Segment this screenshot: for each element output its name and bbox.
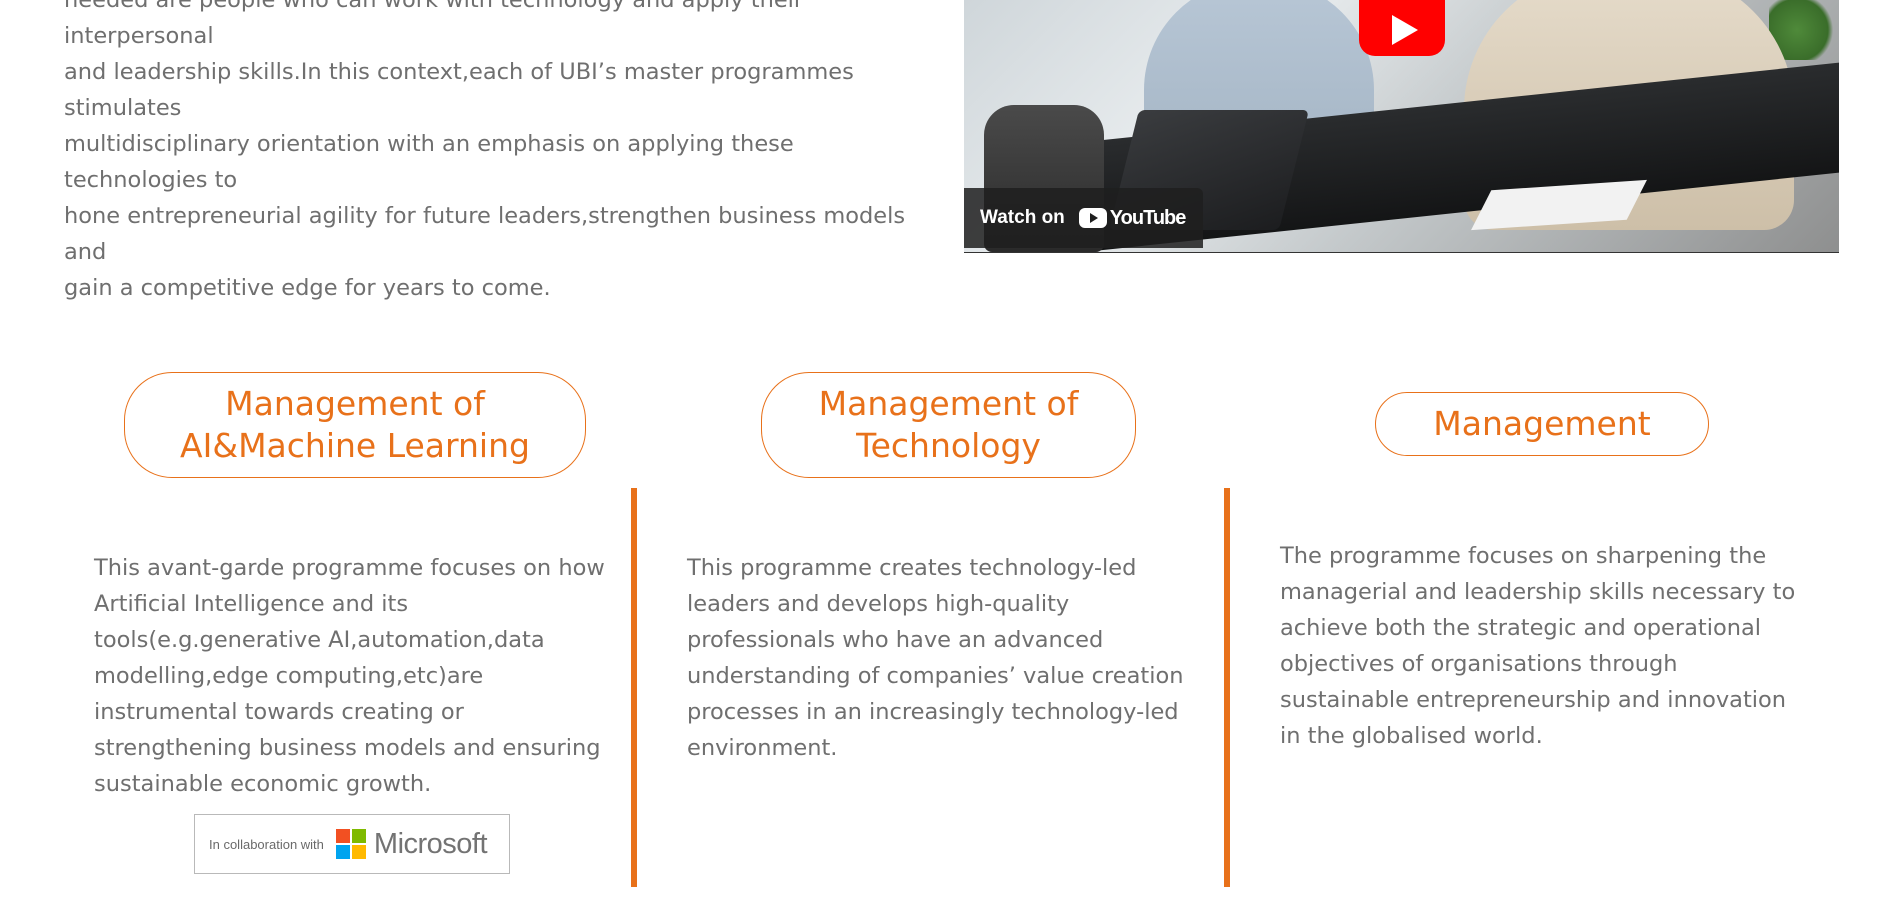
intro-line: needed are people who can work with tech…: [64, 0, 804, 49]
microsoft-wordmark: Microsoft: [373, 827, 488, 860]
watch-on-label: Watch on: [980, 207, 1065, 228]
programme-title-line: Technology: [856, 426, 1041, 465]
youtube-play-icon[interactable]: [1359, 0, 1445, 56]
collaboration-label: In collaboration with: [209, 836, 324, 852]
programme-title-line: Management: [1433, 404, 1651, 443]
microsoft-collaboration-badge: In collaboration with Microsoft: [194, 814, 510, 874]
column-divider: [1224, 488, 1230, 887]
video-embed[interactable]: Watch on YouTube: [964, 0, 1839, 253]
youtube-wordmark: YouTube: [1109, 206, 1187, 229]
programme-description-management: The programme focuses on sharpening the …: [1280, 543, 1796, 749]
intro-line: multidisciplinary orientation with an em…: [64, 131, 794, 193]
programme-description-technology: This programme creates technology-led le…: [687, 555, 1184, 761]
page: needed are people who can work with tech…: [0, 0, 1900, 912]
intro-paragraph: needed are people who can work with tech…: [64, 0, 934, 306]
intro-line: gain a competitive edge for years to com…: [64, 275, 551, 301]
watch-on-youtube-button[interactable]: Watch on YouTube: [964, 188, 1204, 248]
programme-title-line: Management of: [818, 384, 1079, 423]
programme-title-line: AI&Machine Learning: [180, 426, 530, 465]
programme-title-technology: Management of Technology: [761, 372, 1136, 478]
intro-line: and leadership skills.In this context,ea…: [64, 59, 854, 121]
microsoft-logo-icon: [335, 829, 366, 859]
programme-title-management: Management: [1375, 392, 1709, 456]
programme-title-line: Management of: [225, 384, 485, 423]
youtube-logo-icon: YouTube: [1078, 206, 1187, 230]
programme-description-ai-ml: This avant-garde programme focuses on ho…: [94, 555, 605, 797]
intro-line: hone entrepreneurial agility for future …: [64, 203, 906, 265]
column-divider: [631, 488, 637, 887]
programme-title-ai-ml: Management of AI&Machine Learning: [124, 372, 586, 478]
